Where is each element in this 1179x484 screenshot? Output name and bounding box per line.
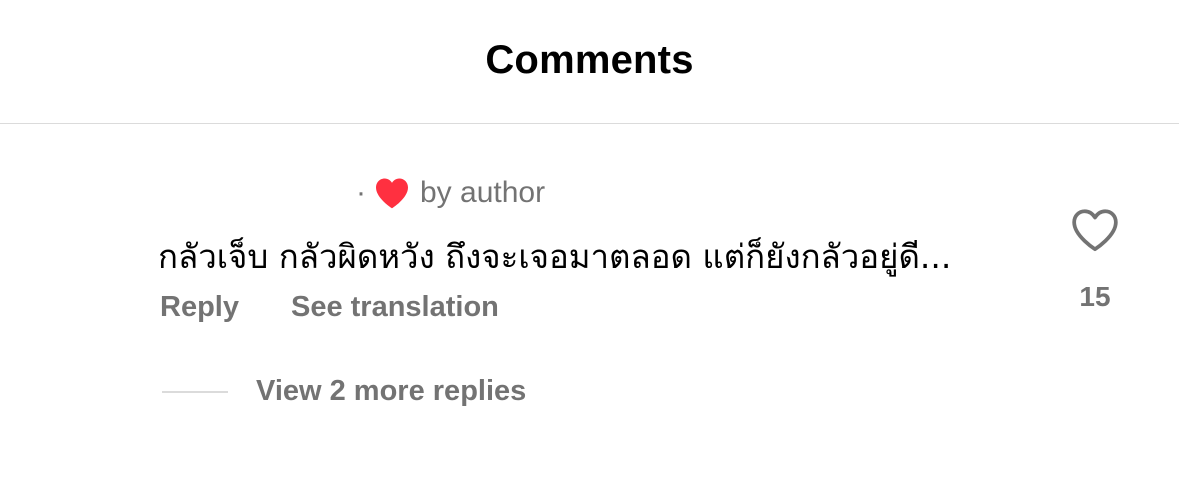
- view-replies-label: View 2 more replies: [256, 375, 527, 407]
- comment-text: กลัวเจ็บ กลัวผิดหวัง ถึงจะเจอมาตลอด แต่ก…: [158, 237, 952, 276]
- heart-outline-icon[interactable]: [1070, 207, 1120, 253]
- meta-separator: ·: [356, 176, 366, 209]
- liked-by-author-label: by author: [420, 176, 546, 209]
- like-count: 15: [1079, 281, 1111, 312]
- see-translation-button[interactable]: See translation: [291, 291, 499, 324]
- view-replies-button[interactable]: View 2 more replies: [162, 375, 526, 408]
- comments-page: Comments · by author กลัวเจ็บ กลัวผิดหวั…: [0, 0, 1179, 484]
- heart-filled-icon: [374, 177, 410, 209]
- like-column: 15: [1060, 207, 1130, 313]
- reply-button[interactable]: Reply: [160, 291, 239, 324]
- comment-meta: · by author: [356, 173, 545, 213]
- comments-header: Comments: [0, 0, 1179, 124]
- comment-actions: Reply See translation: [160, 291, 499, 324]
- comment-item: · by author กลัวเจ็บ กลัวผิดหวัง ถึงจะเจ…: [0, 125, 1179, 484]
- replies-divider: [162, 390, 228, 393]
- page-title: Comments: [485, 38, 694, 82]
